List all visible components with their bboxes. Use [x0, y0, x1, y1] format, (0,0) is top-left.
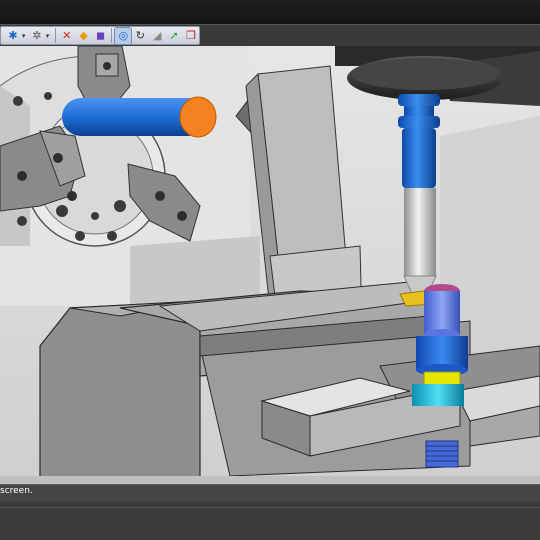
fixture-cyan [412, 384, 464, 406]
cube-tool-button[interactable]: ◼ [93, 28, 109, 44]
output-pane [0, 501, 540, 540]
3d-viewport[interactable] [0, 46, 540, 484]
solid-tool-button[interactable]: ◆ [76, 28, 92, 44]
toolbar: ✱ ▾ ✲ ▾ ✕ ◆ ◼ ◎ ↻ ◢ ➚ ❒ [0, 24, 540, 48]
rotate-button[interactable]: ↻ [132, 28, 148, 44]
vise-body-left [39, 300, 201, 484]
fixture-thread [425, 440, 459, 468]
star-alt-snap-button[interactable]: ✲ [29, 28, 45, 44]
shade-button[interactable]: ◢ [149, 28, 165, 44]
orbit-view-icon: ◎ [118, 28, 129, 42]
toolbar-separator [111, 28, 113, 43]
status-text: screen. [0, 486, 33, 496]
spindle-face [351, 58, 499, 90]
status-bar: screen. [0, 484, 540, 501]
title-bar [0, 0, 540, 24]
cube-tool-icon: ◼ [95, 28, 106, 42]
tool-shank [403, 188, 437, 299]
chevron-down-icon[interactable]: ▾ [22, 32, 28, 40]
shade-icon: ◢ [153, 28, 162, 42]
star-snap-button[interactable]: ✱ [5, 28, 21, 44]
fixture-blue [416, 336, 468, 376]
chevron-down-icon[interactable]: ▾ [46, 32, 52, 40]
arrow-green-icon: ➚ [169, 28, 179, 42]
box-red-icon: ❒ [186, 28, 196, 42]
pane-divider [0, 507, 540, 508]
arrow-green-button[interactable]: ➚ [166, 28, 182, 44]
solid-tool-icon: ◆ [79, 28, 88, 42]
curve-tool-button[interactable]: ✕ [59, 28, 75, 44]
toolbar-separator [54, 28, 56, 43]
bar-stock-face [179, 96, 217, 138]
star-alt-snap-icon: ✲ [32, 28, 42, 42]
curve-tool-icon: ✕ [62, 28, 72, 42]
floor [0, 476, 540, 484]
box-red-button[interactable]: ❒ [183, 28, 199, 44]
bar-stock [62, 96, 217, 138]
orbit-view-button[interactable]: ◎ [114, 26, 133, 45]
toolbar-group: ✱ ▾ ✲ ▾ ✕ ◆ ◼ ◎ ↻ ◢ ➚ ❒ [0, 26, 200, 45]
rotate-icon: ↻ [135, 28, 145, 42]
viewport-scene[interactable] [0, 46, 540, 484]
workpiece [424, 284, 460, 341]
chuck-jaw-top [77, 46, 131, 102]
tool-holder [398, 94, 440, 188]
star-snap-icon: ✱ [8, 28, 18, 42]
